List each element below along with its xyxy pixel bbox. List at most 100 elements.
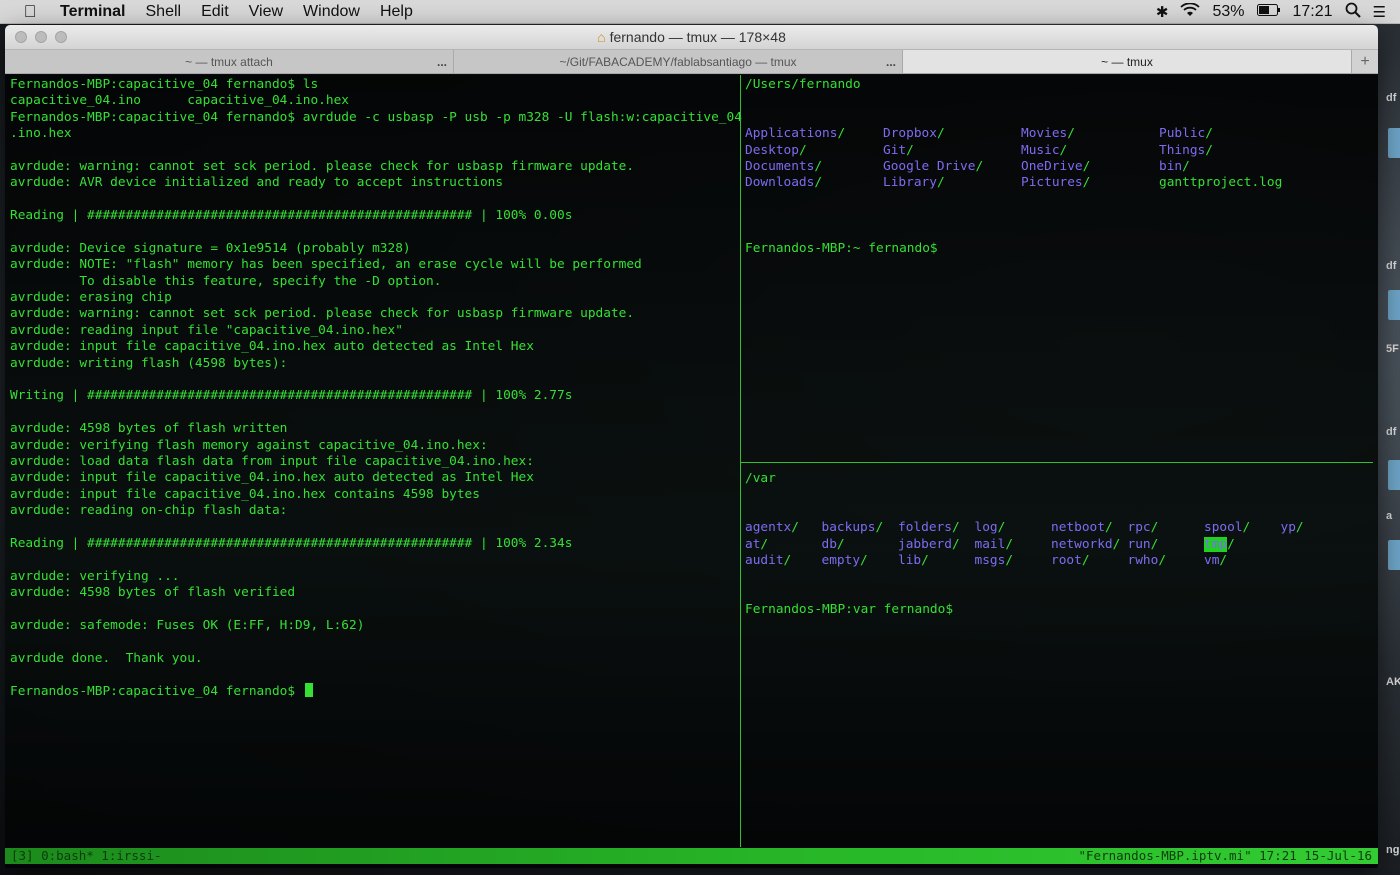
menu-edit[interactable]: Edit [191, 3, 239, 21]
tmux-pane-left[interactable]: Fernandos-MBP:capacitive_04 fernando$ ls… [5, 75, 742, 847]
tab-more-button[interactable]: ... [437, 50, 447, 74]
desktop-folder-icon[interactable] [1388, 540, 1400, 570]
desktop-folder-icon[interactable] [1388, 460, 1400, 490]
terminal-output-line: Reading | ##############################… [10, 208, 573, 224]
text-cursor [304, 683, 313, 698]
terminal-output-line: avrdude: erasing chip [10, 290, 172, 306]
battery-icon[interactable] [1256, 3, 1281, 20]
tab-label: ~/Git/FABACADEMY/fablabsantiago — tmux [559, 55, 797, 69]
ls-entry: root/ [1051, 552, 1090, 568]
shell-prompt: Fernandos-MBP:var fernando$ [745, 602, 954, 618]
window-titlebar[interactable]: ⌂ fernando — tmux — 178×48 [5, 25, 1378, 50]
window-title: ⌂ fernando — tmux — 178×48 [597, 29, 786, 45]
ls-entry: backups/ [821, 520, 884, 536]
terminal-output-line: avrdude: reading input file "capacitive_… [10, 322, 403, 338]
ls-entry: Movies/ [1021, 126, 1075, 142]
terminal-output-line: Fernandos-MBP:capacitive_04 fernando$ av… [10, 109, 742, 125]
tab-tmux-attach[interactable]: ~ — tmux attach ... [5, 50, 454, 73]
ls-entry: rpc/ [1127, 520, 1159, 536]
ls-entry: log/ [974, 520, 1006, 536]
desktop-item-label[interactable]: 5F [1386, 343, 1400, 355]
ls-entry: Things/ [1159, 142, 1213, 158]
menu-shell[interactable]: Shell [136, 3, 192, 21]
tab-bar: ~ — tmux attach ... ~/Git/FABACADEMY/fab… [5, 50, 1378, 74]
ls-entry: db/ [821, 536, 845, 552]
menu-clock[interactable]: 17:21 [1293, 3, 1333, 21]
ls-entry: agentx/ [745, 520, 799, 536]
spotlight-search-icon[interactable] [1345, 2, 1361, 22]
ls-listing-var: agentx/backups/folders/log/netboot/rpc/s… [745, 520, 1374, 569]
terminal-output-line: avrdude: NOTE: "flash" memory has been s… [10, 257, 642, 273]
ls-entry: spool/ [1204, 520, 1251, 536]
tab-more-button[interactable]: ... [886, 50, 896, 74]
ls-entry: Library/ [883, 175, 945, 191]
ls-entry: Google Drive/ [883, 158, 984, 174]
new-tab-button[interactable]: + [1352, 50, 1378, 73]
terminal-content[interactable]: Fernandos-MBP:capacitive_04 fernando$ ls… [5, 75, 1378, 868]
desktop-item-label[interactable]: df [1386, 260, 1400, 272]
desktop-item-label[interactable]: ng [1386, 844, 1400, 856]
ls-entry: networkd/ [1051, 536, 1121, 552]
desktop-item-label[interactable]: AK [1386, 676, 1400, 688]
home-folder-icon: ⌂ [597, 29, 606, 45]
terminal-output-line: avrdude: input file capacitive_04.ino.he… [10, 339, 534, 355]
menu-app-name[interactable]: Terminal [60, 3, 136, 21]
terminal-output-line: avrdude: writing flash (4598 bytes): [10, 355, 288, 371]
tmux-status-right: "Fernandos-MBP.iptv.mi" 17:21 15-Jul-16 [1078, 848, 1373, 863]
desktop-folder-icon[interactable] [1388, 290, 1400, 320]
terminal-output-line: avrdude: 4598 bytes of flash written [10, 421, 288, 437]
tab-tmux-active[interactable]: ~ — tmux [903, 50, 1352, 73]
ls-entry: Desktop/ [745, 142, 807, 158]
terminal-output-line: avrdude: warning: cannot set sck period.… [10, 158, 635, 174]
ls-entry: jabberd/ [898, 536, 960, 552]
terminal-output-line: avrdude: safemode: Fuses OK (E:FF, H:D9,… [10, 617, 365, 633]
cwd-output: /var [745, 471, 776, 486]
menu-help[interactable]: Help [370, 3, 423, 21]
ls-entry: at/ [745, 536, 769, 552]
apple-menu-icon[interactable]:  [0, 2, 60, 22]
ls-entry: OneDrive/ [1021, 158, 1091, 174]
battery-percent[interactable]: 53% [1212, 3, 1244, 21]
ls-entry: folders/ [898, 520, 960, 536]
tab-label: ~ — tmux [1101, 55, 1153, 69]
ls-entry: empty/ [821, 552, 868, 568]
menu-view[interactable]: View [239, 3, 293, 21]
tab-label: ~ — tmux attach [185, 55, 273, 69]
terminal-output-line: To disable this feature, specify the -D … [10, 273, 442, 289]
terminal-output-line: .ino.hex [10, 126, 72, 142]
desktop-item-label[interactable]: df [1386, 92, 1400, 104]
desktop-folder-icon[interactable] [1388, 128, 1400, 158]
tab-fablabsantiago[interactable]: ~/Git/FABACADEMY/fablabsantiago — tmux .… [454, 50, 903, 73]
desktop-item-label[interactable]: a [1386, 510, 1400, 522]
terminal-output-line: Reading | ##############################… [10, 535, 573, 551]
ls-entry: msgs/ [974, 552, 1014, 568]
cwd-output: /Users/fernando [745, 77, 861, 92]
ls-entry: netboot/ [1051, 520, 1113, 536]
terminal-output-line: avrdude: Device signature = 0x1e9514 (pr… [10, 240, 411, 256]
ls-entry: mail/ [974, 536, 1014, 552]
terminal-output-line: avrdude: input file capacitive_04.ino.he… [10, 486, 480, 502]
desktop-item-label[interactable]: df [1386, 426, 1400, 438]
bluetooth-icon[interactable]: ✱ [1156, 3, 1169, 21]
terminal-output-line: capacitive_04.ino capacitive_04.ino.hex [10, 93, 349, 109]
ls-entry: Git/ [883, 142, 914, 158]
notification-center-icon[interactable]: ☰ [1373, 3, 1386, 21]
ls-entry: Dropbox/ [883, 126, 945, 142]
tmux-pane-right-top[interactable]: /Users/fernando Applications/Dropbox/Mov… [741, 75, 1378, 461]
tmux-pane-right-bottom[interactable]: /var agentx/backups/folders/log/netboot/… [741, 469, 1378, 847]
terminal-output-line: avrdude: verifying flash memory against … [10, 437, 488, 453]
terminal-output-line: avrdude: load data flash data from input… [10, 453, 534, 469]
terminal-output-line: Writing | ##############################… [10, 388, 573, 404]
pane-divider-horizontal[interactable] [741, 462, 1373, 463]
terminal-output-line: Fernandos-MBP:capacitive_04 fernando$ ls [10, 77, 319, 92]
shell-prompt[interactable]: Fernandos-MBP:capacitive_04 fernando$ [10, 683, 735, 699]
wifi-icon[interactable] [1180, 2, 1201, 21]
menu-window[interactable]: Window [293, 3, 370, 21]
